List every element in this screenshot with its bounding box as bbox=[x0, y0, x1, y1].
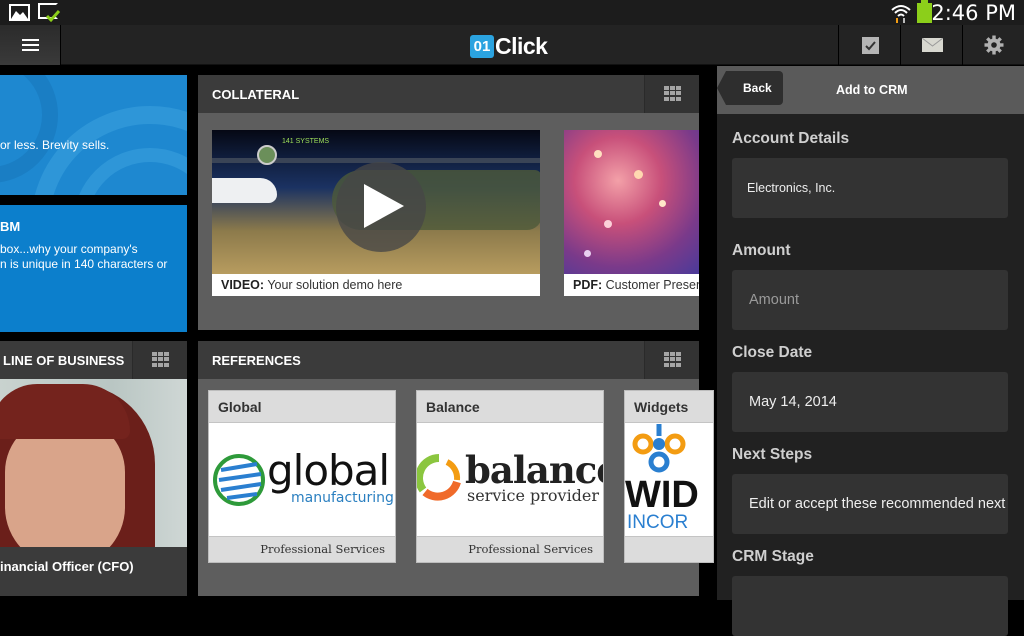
account-details-field[interactable] bbox=[732, 158, 1008, 218]
battery-icon bbox=[917, 0, 932, 23]
settings-button[interactable] bbox=[962, 25, 1024, 65]
logo-badge: 01 bbox=[470, 34, 494, 58]
tile-text-line2: n is unique in 140 characters or bbox=[0, 257, 168, 271]
gallery-icon bbox=[9, 4, 30, 21]
globe-icon bbox=[213, 454, 265, 506]
message-tile-1[interactable]: or less. Brevity sells. bbox=[0, 75, 187, 195]
logo-main: WID bbox=[625, 474, 699, 516]
mail-icon bbox=[921, 37, 944, 57]
cfo-photo[interactable] bbox=[0, 379, 187, 547]
panel-header: COLLATERAL bbox=[198, 75, 699, 113]
video-thumbnail: 141 SYSTEMS bbox=[212, 130, 540, 274]
pdf-item[interactable]: PDF: Customer Presentation bbox=[564, 130, 699, 296]
play-button[interactable] bbox=[336, 162, 426, 252]
status-bar: 2:46 PM bbox=[0, 0, 1024, 25]
tile-text-line1: box...why your company's bbox=[0, 242, 138, 256]
panel-header: REFERENCES bbox=[198, 341, 699, 379]
amount-field[interactable] bbox=[732, 270, 1008, 330]
hamburger-icon bbox=[22, 39, 39, 51]
panel-title: COLLATERAL bbox=[212, 87, 300, 102]
close-date-field[interactable] bbox=[732, 372, 1008, 432]
card-title: Balance bbox=[417, 391, 603, 423]
logo-sub: INCOR bbox=[627, 512, 689, 533]
grid-view-button[interactable] bbox=[644, 341, 699, 379]
pdf-caption: PDF: Customer Presentation bbox=[564, 274, 699, 296]
close-date-label: Close Date bbox=[732, 344, 813, 361]
references-panel: REFERENCES Global global manufacturing P… bbox=[198, 341, 714, 596]
mail-button[interactable] bbox=[900, 25, 962, 65]
back-button[interactable]: Back bbox=[717, 71, 783, 105]
clock: 2:46 PM bbox=[931, 1, 1016, 25]
grid-icon bbox=[664, 352, 681, 367]
app-bar: 01 Click bbox=[0, 25, 1024, 65]
account-details-label: Account Details bbox=[732, 130, 850, 147]
thumb-text: 141 SYSTEMS bbox=[282, 138, 330, 145]
logo-sub: manufacturing bbox=[291, 490, 394, 506]
add-to-crm-panel: Back Add to CRM Account Details Amount C… bbox=[717, 66, 1024, 636]
app-logo: 01 Click bbox=[470, 32, 548, 59]
gear-icon bbox=[984, 35, 1004, 60]
grid-view-button[interactable] bbox=[132, 341, 187, 379]
play-icon bbox=[364, 184, 404, 228]
grid-view-button[interactable] bbox=[644, 75, 699, 113]
card-title: Global bbox=[209, 391, 395, 423]
logo-main: global bbox=[267, 446, 390, 495]
line-of-business-panel: LINE OF BUSINESS inancial Officer (CFO) bbox=[0, 341, 187, 596]
next-steps-label: Next Steps bbox=[732, 446, 813, 463]
grid-icon bbox=[152, 352, 169, 367]
video-caption: VIDEO: Your solution demo here bbox=[212, 274, 540, 296]
card-category bbox=[625, 536, 713, 562]
tasks-button[interactable] bbox=[838, 25, 900, 65]
global-logo: global manufacturing bbox=[209, 424, 395, 537]
panel-header: LINE OF BUSINESS bbox=[0, 341, 187, 379]
menu-button[interactable] bbox=[0, 25, 61, 65]
reference-card-global[interactable]: Global global manufacturing Professional… bbox=[208, 390, 396, 563]
checkbox-icon bbox=[862, 37, 879, 54]
balance-logo: balance service provider bbox=[417, 424, 603, 537]
message-tile-2[interactable]: BM box...why your company's n is unique … bbox=[0, 205, 187, 332]
card-category: Professional Services bbox=[209, 536, 395, 562]
molecule-icon bbox=[632, 424, 686, 473]
next-steps-field[interactable] bbox=[732, 474, 1008, 534]
cfo-caption: inancial Officer (CFO) bbox=[0, 559, 134, 574]
swirl-icon bbox=[417, 454, 461, 501]
logo-word: Click bbox=[495, 32, 548, 59]
crm-stage-label: CRM Stage bbox=[732, 548, 814, 565]
video-item[interactable]: 141 SYSTEMS VIDEO: Your solution demo he… bbox=[212, 130, 540, 296]
logo-sub: service provider bbox=[467, 486, 600, 505]
grid-icon bbox=[664, 86, 681, 101]
amount-label: Amount bbox=[732, 242, 791, 259]
tile-text: or less. Brevity sells. bbox=[0, 138, 110, 152]
tile-title: BM bbox=[0, 219, 21, 234]
crm-stage-select[interactable] bbox=[732, 576, 1008, 636]
panel-title: REFERENCES bbox=[212, 353, 301, 368]
card-title: Widgets bbox=[625, 391, 713, 423]
sync-check-icon bbox=[38, 3, 61, 23]
crm-title: Add to CRM bbox=[836, 83, 908, 97]
reference-card-widgets[interactable]: Widgets WID INCOR bbox=[624, 390, 714, 563]
collateral-panel: COLLATERAL 141 SYSTEMS VIDEO: Your solut… bbox=[198, 75, 699, 330]
panel-title: LINE OF BUSINESS bbox=[3, 353, 125, 368]
crm-header: Back Add to CRM bbox=[717, 66, 1024, 114]
reference-card-balance[interactable]: Balance balance service provider Profess… bbox=[416, 390, 604, 563]
widgets-logo: WID INCOR bbox=[625, 424, 713, 537]
card-category: Professional Services bbox=[417, 536, 603, 562]
pdf-thumbnail bbox=[564, 130, 699, 274]
